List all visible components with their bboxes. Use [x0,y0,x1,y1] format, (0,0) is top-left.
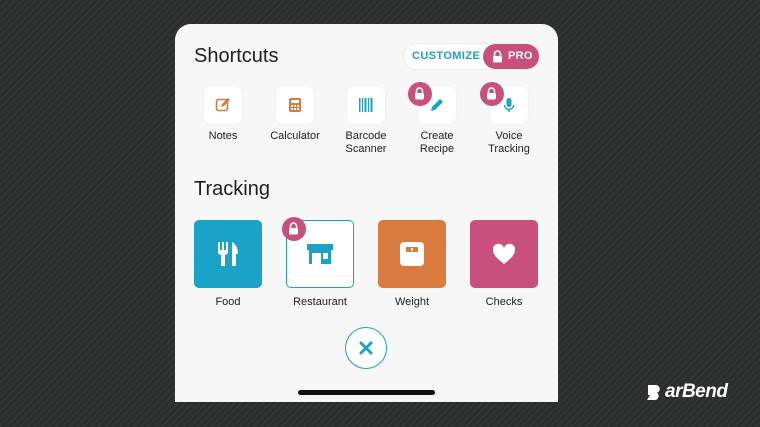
food-button[interactable] [194,220,262,288]
lock-icon [492,50,503,63]
tracking-label: Checks [485,296,523,308]
pencil-icon [431,99,443,111]
barcode-icon [359,98,373,112]
pro-badge[interactable]: PRO [483,44,539,69]
fork-knife-icon [218,242,238,266]
tracking-label: Food [215,296,241,308]
home-indicator [298,390,435,395]
close-button[interactable] [345,327,387,369]
calculator-icon [289,98,301,112]
tracking-item-weight[interactable]: Weight [376,220,448,308]
brand-logo: arBend [646,381,728,406]
shortcut-notes[interactable]: Notes [187,86,259,143]
shortcut-label: Barcode Scanner [345,130,387,155]
tracking-item-restaurant[interactable]: Restaurant [282,217,356,308]
brand-mark-icon [646,382,664,406]
pro-label: PRO [508,50,533,62]
brand-text: arBend [665,381,728,402]
lock-icon [289,222,298,235]
tracking-item-checks[interactable]: Checks [468,220,540,308]
customize-label: CUSTOMIZE [412,50,481,62]
lock-icon [415,87,424,100]
tracking-label: Weight [394,296,430,308]
storefront-icon [306,243,333,264]
note-edit-icon [215,98,230,112]
shortcut-calculator[interactable]: Calculator [259,86,331,143]
heart-icon [492,243,516,264]
shortcut-voice-tracking[interactable]: Voice Tracking [473,82,545,156]
lock-icon [487,87,496,100]
tracking-item-food[interactable]: Food [192,220,264,308]
scale-icon [400,242,424,266]
microphone-icon [503,98,515,112]
tracking-title: Tracking [194,178,270,200]
shortcuts-sheet: Shortcuts CUSTOMIZE PRO Notes Calculator… [175,24,558,402]
barcode-button[interactable] [347,86,385,124]
shortcut-label: Voice Tracking [488,130,530,155]
shortcut-label: Calculator [270,130,320,142]
shortcuts-title: Shortcuts [194,45,279,67]
shortcut-create-recipe[interactable]: Create Recipe [401,82,473,156]
weight-button[interactable] [378,220,446,288]
shortcut-label: Create Recipe [419,130,455,155]
lock-badge [480,82,504,106]
close-icon [359,341,373,355]
customize-pro-button[interactable]: CUSTOMIZE PRO [404,44,539,69]
lock-badge [282,217,306,241]
calculator-button[interactable] [276,86,314,124]
tracking-label: Restaurant [293,296,347,308]
checks-button[interactable] [470,220,538,288]
notes-button[interactable] [204,86,242,124]
lock-badge [408,82,432,106]
shortcut-label: Notes [208,130,238,142]
shortcut-barcode-scanner[interactable]: Barcode Scanner [330,86,402,156]
